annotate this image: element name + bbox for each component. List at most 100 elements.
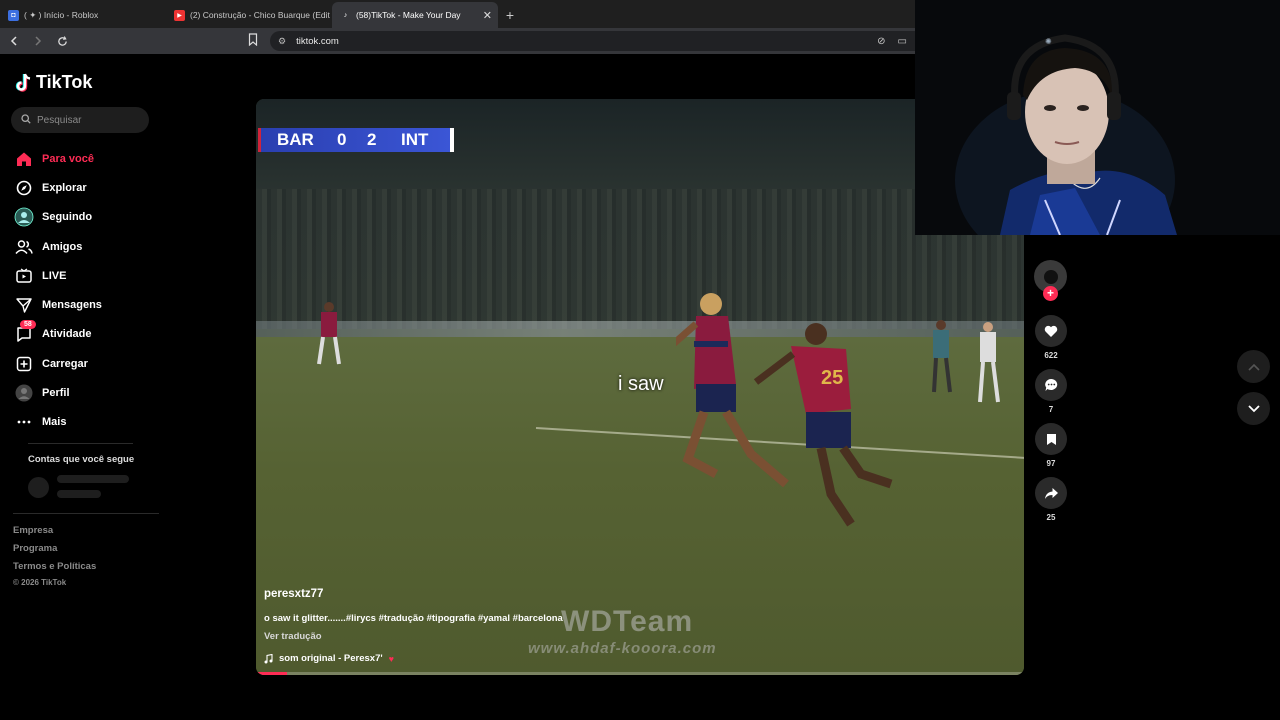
comment-count: 7 — [1048, 405, 1054, 414]
creator-avatar[interactable]: + — [1034, 260, 1067, 301]
nav-label: Para você — [42, 152, 94, 165]
nav-item-live[interactable]: LIVE — [14, 261, 154, 290]
home-score: 0 — [337, 130, 347, 149]
video-description: o saw it glitter.......#lirycs #tradução… — [264, 613, 563, 624]
url-field[interactable]: ⚙ tiktok.com ⊘ ▭ — [270, 31, 915, 51]
nav-label: Mensagens — [42, 299, 102, 312]
nav-item-atividade[interactable]: 58 Atividade — [14, 319, 154, 349]
new-tab-button[interactable]: + — [498, 2, 522, 28]
url-text: tiktok.com — [296, 35, 339, 47]
search-input[interactable]: Pesquisar — [11, 107, 149, 133]
nav-item-explorar[interactable]: Explorar — [14, 173, 154, 202]
nav-label: Amigos — [42, 240, 83, 253]
footer-link-empresa[interactable]: Empresa — [13, 525, 53, 536]
player-figure: 25 — [753, 323, 893, 527]
screen-icon[interactable]: ▭ — [898, 36, 907, 47]
music-note-icon — [264, 653, 273, 663]
chevron-up-icon — [1247, 363, 1260, 371]
address-bar: ⚙ tiktok.com ⊘ ▭ — [0, 28, 915, 54]
nav-item-seguindo[interactable]: Seguindo — [14, 203, 154, 232]
watermark-logo: WDTeam — [561, 605, 694, 638]
logo-text: TikTok — [36, 72, 93, 92]
forward-button[interactable] — [28, 31, 48, 51]
svg-text:✺: ✺ — [1045, 37, 1052, 46]
back-arrow-icon — [10, 36, 17, 46]
more-icon — [14, 412, 34, 432]
copyright-text: © 2026 TikTok — [13, 578, 67, 587]
share-button[interactable] — [1035, 477, 1067, 509]
loading-line-placeholder — [57, 475, 129, 483]
sound-link[interactable]: som original - Peresx7' ♥ — [264, 653, 394, 664]
divider — [28, 443, 133, 444]
reload-icon — [57, 35, 67, 46]
nav-label: Perfil — [42, 387, 70, 400]
share-action[interactable]: 25 — [1034, 477, 1068, 522]
streamer-webcam-image: ✺ — [915, 0, 1280, 235]
previous-video-button[interactable] — [1237, 350, 1270, 383]
like-action[interactable]: 622 — [1034, 315, 1068, 360]
tab-label: (58)TikTok - Make Your Day — [356, 10, 461, 20]
tiktok-logo[interactable]: TikTok — [14, 72, 92, 93]
scoreboard: BAR 0 2 INT — [258, 128, 454, 152]
away-team: INT — [401, 130, 429, 149]
nav-item-carregar[interactable]: Carregar — [14, 349, 154, 378]
loading-avatar-placeholder — [28, 477, 49, 498]
crowd-texture — [256, 189, 1024, 329]
next-video-button[interactable] — [1237, 392, 1270, 425]
video-player[interactable]: 25 BAR 0 2 INT i saw WDTeam www.ahdaf-ko… — [256, 99, 1024, 675]
save-action[interactable]: 97 — [1034, 423, 1068, 468]
nav-item-perfil[interactable]: Perfil — [14, 378, 154, 407]
footer-link-programa[interactable]: Programa — [13, 543, 57, 554]
site-settings-icon[interactable]: ⚙ — [278, 36, 286, 47]
following-avatar-icon — [14, 207, 34, 227]
loading-line-placeholder — [57, 490, 101, 498]
save-button[interactable] — [1035, 423, 1067, 455]
svg-text:25: 25 — [821, 367, 843, 389]
tab-roblox[interactable]: ◘ ( ✦ ) Início - Roblox — [0, 2, 166, 28]
nav-label: Seguindo — [42, 211, 93, 224]
main-nav: Para você Explorar Seguindo Amigos LIVE — [14, 144, 154, 437]
nav-label: LIVE — [42, 269, 67, 282]
live-icon — [14, 266, 34, 286]
footer-link-termos[interactable]: Termos e Políticas — [13, 561, 96, 572]
heart-icon — [1044, 325, 1058, 337]
bookmark-icon[interactable] — [248, 33, 258, 49]
nav-label: Atividade — [42, 328, 92, 341]
tab-tiktok[interactable]: ♪ (58)TikTok - Make Your Day ✕ — [332, 2, 498, 28]
activity-badge: 58 — [20, 319, 36, 329]
close-tab-icon[interactable]: ✕ — [483, 9, 492, 22]
following-accounts-title: Contas que você segue — [28, 454, 135, 465]
no-tracking-icon[interactable]: ⊘ — [877, 36, 885, 47]
translate-button[interactable]: Ver tradução — [264, 631, 322, 642]
back-button[interactable] — [4, 31, 24, 51]
tab-label: ( ✦ ) Início - Roblox — [24, 9, 99, 20]
tab-label: (2) Construção - Chico Buarque (Edit — [190, 10, 330, 20]
messages-icon — [14, 295, 34, 315]
home-icon — [14, 149, 34, 169]
upload-icon — [14, 354, 34, 374]
reload-button[interactable] — [52, 31, 72, 51]
nav-item-mais[interactable]: Mais — [14, 408, 154, 437]
nav-label: Carregar — [42, 357, 88, 370]
tab-youtube[interactable]: ▶ (2) Construção - Chico Buarque (Edit — [166, 2, 332, 28]
share-arrow-icon — [1044, 487, 1058, 499]
player-figure — [932, 320, 1000, 403]
browser-tab-strip: ◘ ( ✦ ) Início - Roblox ▶ (2) Construção… — [0, 0, 915, 28]
watermark-url: www.ahdaf-kooora.com — [528, 640, 717, 657]
home-team: BAR — [277, 130, 314, 149]
nav-item-amigos[interactable]: Amigos — [14, 232, 154, 261]
comment-button[interactable] — [1035, 369, 1067, 401]
bookmark-icon — [1046, 433, 1056, 445]
like-button[interactable] — [1035, 315, 1067, 347]
comment-action[interactable]: 7 — [1034, 369, 1068, 414]
nav-item-mensagens[interactable]: Mensagens — [14, 290, 154, 319]
chevron-down-icon — [1247, 404, 1260, 412]
author-username[interactable]: peresxtz77 — [264, 588, 323, 600]
roblox-favicon-icon: ◘ — [8, 9, 19, 21]
follow-plus-icon[interactable]: + — [1043, 286, 1058, 301]
away-score: 2 — [367, 130, 377, 149]
nav-item-para-voce[interactable]: Para você — [14, 144, 154, 173]
video-progress-fill — [256, 672, 287, 675]
action-bar: + 622 7 97 25 — [1034, 260, 1068, 531]
video-progress-bar[interactable] — [256, 672, 1024, 675]
